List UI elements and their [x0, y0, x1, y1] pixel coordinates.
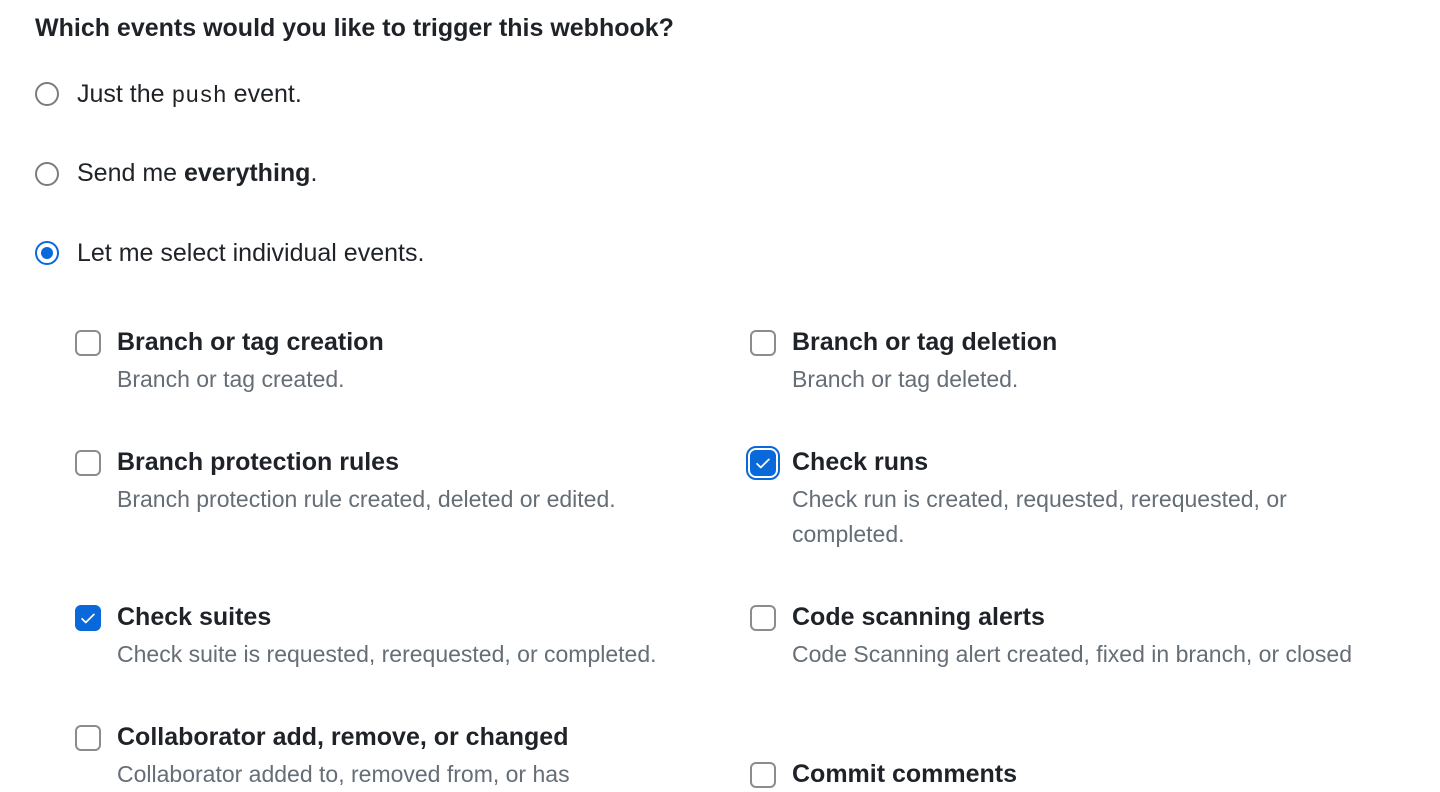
radio-input-push[interactable]	[35, 82, 59, 106]
event-desc: Check suite is requested, rerequested, o…	[117, 637, 710, 672]
event-title: Branch or tag creation	[117, 326, 710, 360]
event-check-suites: Check suites Check suite is requested, r…	[75, 601, 710, 671]
checkbox-check-suites[interactable]	[75, 605, 101, 631]
trigger-radio-group: Just the push event. Send me everything.…	[35, 76, 1440, 273]
checkbox-check-runs[interactable]	[750, 450, 776, 476]
checkbox-branch-tag-deletion[interactable]	[750, 330, 776, 356]
event-title: Check suites	[117, 601, 710, 635]
push-code: push	[172, 83, 227, 109]
event-commit-comments: Commit comments	[750, 758, 1385, 792]
event-branch-protection-rules: Branch protection rules Branch protectio…	[75, 446, 710, 551]
event-check-runs: Check runs Check run is created, request…	[750, 446, 1385, 551]
radio-option-individual[interactable]: Let me select individual events.	[35, 235, 1440, 273]
checkbox-code-scanning-alerts[interactable]	[750, 605, 776, 631]
section-heading: Which events would you like to trigger t…	[35, 10, 1440, 48]
radio-label-push: Just the push event.	[77, 76, 302, 114]
checkbox-collaborator[interactable]	[75, 725, 101, 751]
event-code-scanning-alerts: Code scanning alerts Code Scanning alert…	[750, 601, 1385, 671]
radio-label-individual: Let me select individual events.	[77, 235, 424, 273]
event-collaborator: Collaborator add, remove, or changed Col…	[75, 721, 710, 791]
radio-input-everything[interactable]	[35, 162, 59, 186]
event-desc: Branch protection rule created, deleted …	[117, 482, 710, 517]
event-desc: Code Scanning alert created, fixed in br…	[792, 637, 1385, 672]
event-title: Check runs	[792, 446, 1385, 480]
event-desc: Branch or tag deleted.	[792, 362, 1385, 397]
event-desc: Collaborator added to, removed from, or …	[117, 757, 710, 792]
event-title: Commit comments	[792, 758, 1385, 792]
event-title: Branch or tag deletion	[792, 326, 1385, 360]
radio-input-individual[interactable]	[35, 241, 59, 265]
event-desc: Branch or tag created.	[117, 362, 710, 397]
event-title: Branch protection rules	[117, 446, 710, 480]
individual-events-grid: Branch or tag creation Branch or tag cre…	[75, 326, 1385, 792]
checkbox-branch-protection-rules[interactable]	[75, 450, 101, 476]
event-title: Collaborator add, remove, or changed	[117, 721, 710, 755]
check-icon	[754, 454, 772, 472]
checkbox-branch-tag-creation[interactable]	[75, 330, 101, 356]
event-title: Code scanning alerts	[792, 601, 1385, 635]
checkbox-commit-comments[interactable]	[750, 762, 776, 788]
event-branch-tag-creation: Branch or tag creation Branch or tag cre…	[75, 326, 710, 396]
event-desc: Check run is created, requested, rereque…	[792, 482, 1385, 551]
check-icon	[79, 609, 97, 627]
event-branch-tag-deletion: Branch or tag deletion Branch or tag del…	[750, 326, 1385, 396]
radio-label-everything: Send me everything.	[77, 155, 317, 193]
radio-option-everything[interactable]: Send me everything.	[35, 155, 1440, 193]
radio-option-push[interactable]: Just the push event.	[35, 76, 1440, 114]
